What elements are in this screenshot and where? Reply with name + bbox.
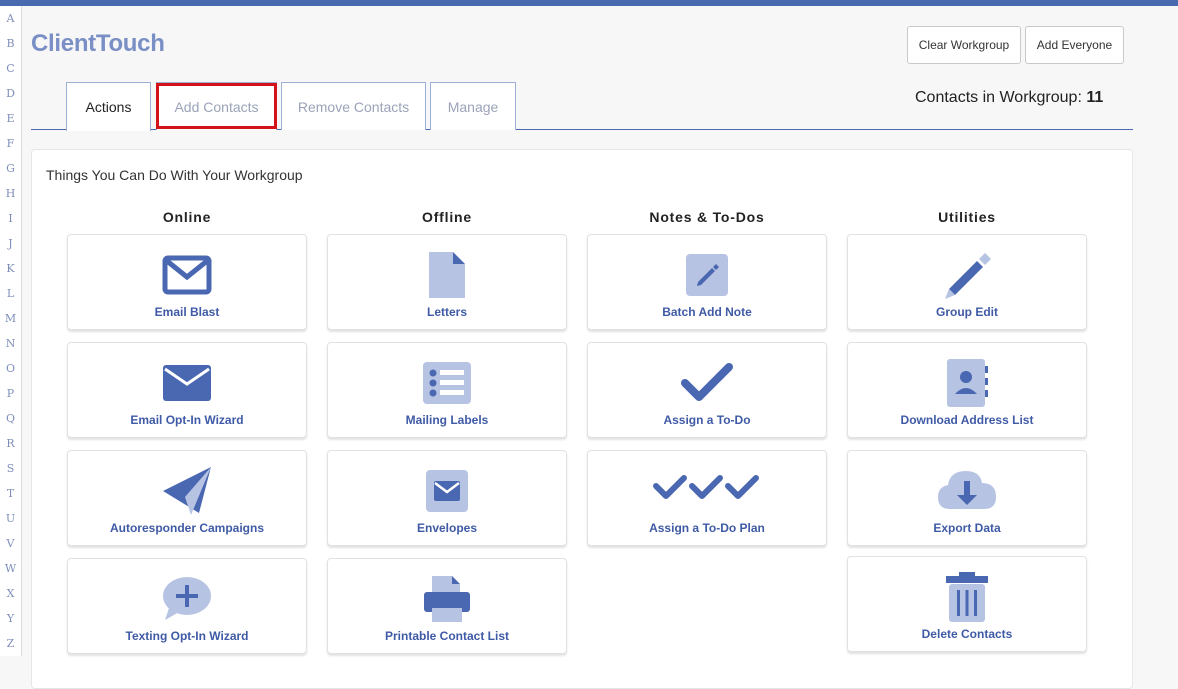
envelope-icon <box>68 249 306 301</box>
panel-title: Things You Can Do With Your Workgroup <box>46 167 303 183</box>
app-title: ClientTouch <box>31 30 165 57</box>
top-accent-bar <box>0 0 1178 6</box>
tab-remove-contacts[interactable]: Remove Contacts <box>281 82 426 130</box>
alpha-letter-v[interactable]: V <box>0 531 21 556</box>
alpha-letter-q[interactable]: Q <box>0 406 21 431</box>
column-heading-online: Online <box>162 209 212 225</box>
texting-opt-in-wizard-card[interactable]: Texting Opt-In Wizard <box>67 558 307 654</box>
printable-contact-list-card[interactable]: Printable Contact List <box>327 558 567 654</box>
alpha-letter-p[interactable]: P <box>0 381 21 406</box>
triple-check-icon <box>588 463 826 515</box>
alpha-letter-c[interactable]: C <box>0 56 21 81</box>
delete-contacts-card[interactable]: Delete Contacts <box>847 556 1087 652</box>
email-opt-in-wizard-card[interactable]: Email Opt-In Wizard <box>67 342 307 438</box>
letters-card[interactable]: Letters <box>327 234 567 330</box>
printer-icon <box>328 573 566 625</box>
assign-todo-card[interactable]: Assign a To-Do <box>587 342 827 438</box>
download-address-list-label: Download Address List <box>900 413 1034 427</box>
alpha-letter-r[interactable]: R <box>0 431 21 456</box>
paper-plane-icon <box>68 465 306 517</box>
envelopes-card[interactable]: Envelopes <box>327 450 567 546</box>
column-heading-notes-todos: Notes & To-Dos <box>649 209 765 225</box>
alphabet-sidebar: A B C D E F G H I J K L M N O P Q R S T … <box>0 6 22 656</box>
pencil-square-icon <box>588 249 826 301</box>
alpha-letter-g[interactable]: G <box>0 156 21 181</box>
trash-icon <box>848 571 1086 623</box>
address-book-icon <box>848 357 1086 409</box>
group-edit-card[interactable]: Group Edit <box>847 234 1087 330</box>
contacts-count-label: Contacts in Workgroup: <box>915 89 1082 106</box>
batch-add-note-card[interactable]: Batch Add Note <box>587 234 827 330</box>
alpha-letter-e[interactable]: E <box>0 106 21 131</box>
tab-add-contacts[interactable]: Add Contacts <box>156 82 277 130</box>
delete-contacts-label: Delete Contacts <box>921 627 1013 641</box>
alpha-letter-j[interactable]: J <box>0 231 21 256</box>
alpha-letter-h[interactable]: H <box>0 181 21 206</box>
contacts-count-value: 11 <box>1086 89 1104 106</box>
texting-opt-in-wizard-label: Texting Opt-In Wizard <box>125 629 249 643</box>
list-icon <box>328 357 566 409</box>
alpha-letter-w[interactable]: W <box>0 556 21 581</box>
email-blast-card[interactable]: Email Blast <box>67 234 307 330</box>
mailing-labels-label: Mailing Labels <box>405 413 489 427</box>
export-data-label: Export Data <box>933 521 1001 535</box>
email-blast-label: Email Blast <box>154 305 220 319</box>
alpha-letter-a[interactable]: A <box>0 6 21 31</box>
mailing-labels-card[interactable]: Mailing Labels <box>327 342 567 438</box>
autoresponder-campaigns-label: Autoresponder Campaigns <box>109 521 265 535</box>
letters-label: Letters <box>426 305 467 319</box>
batch-add-note-label: Batch Add Note <box>662 305 752 319</box>
alpha-letter-y[interactable]: Y <box>0 606 21 631</box>
chat-plus-icon <box>68 573 306 625</box>
alpha-letter-u[interactable]: U <box>0 506 21 531</box>
alpha-letter-n[interactable]: N <box>0 331 21 356</box>
assign-todo-plan-label: Assign a To-Do Plan <box>649 521 765 535</box>
check-icon <box>588 357 826 409</box>
export-data-card[interactable]: Export Data <box>847 450 1087 546</box>
alpha-letter-b[interactable]: B <box>0 31 21 56</box>
column-heading-utilities: Utilities <box>938 209 996 225</box>
clear-workgroup-button[interactable]: Clear Workgroup <box>907 26 1021 64</box>
document-icon <box>328 249 566 301</box>
download-address-list-card[interactable]: Download Address List <box>847 342 1087 438</box>
add-everyone-button[interactable]: Add Everyone <box>1025 26 1124 64</box>
alpha-letter-i[interactable]: I <box>0 206 21 231</box>
alpha-letter-x[interactable]: X <box>0 581 21 606</box>
alpha-letter-o[interactable]: O <box>0 356 21 381</box>
envelope-square-icon <box>328 465 566 517</box>
tab-actions[interactable]: Actions <box>66 82 151 131</box>
group-edit-label: Group Edit <box>936 305 998 319</box>
assign-todo-plan-card[interactable]: Assign a To-Do Plan <box>587 450 827 546</box>
autoresponder-campaigns-card[interactable]: Autoresponder Campaigns <box>67 450 307 546</box>
alpha-letter-f[interactable]: F <box>0 131 21 156</box>
assign-todo-label: Assign a To-Do <box>663 413 751 427</box>
printable-contact-list-label: Printable Contact List <box>384 629 509 643</box>
email-opt-in-wizard-label: Email Opt-In Wizard <box>130 413 244 427</box>
envelope-icon <box>68 357 306 409</box>
alpha-letter-d[interactable]: D <box>0 81 21 106</box>
alpha-letter-k[interactable]: K <box>0 256 21 281</box>
contacts-count-text: Contacts in Workgroup: 11 <box>915 89 1103 107</box>
alpha-letter-l[interactable]: L <box>0 281 21 306</box>
pencil-icon <box>848 249 1086 301</box>
column-heading-offline: Offline <box>422 209 472 225</box>
alpha-letter-z[interactable]: Z <box>0 631 21 656</box>
tab-manage[interactable]: Manage <box>430 82 516 130</box>
alpha-letter-m[interactable]: M <box>0 306 21 331</box>
envelopes-label: Envelopes <box>416 521 478 535</box>
cloud-download-icon <box>848 463 1086 515</box>
alpha-letter-s[interactable]: S <box>0 456 21 481</box>
alpha-letter-t[interactable]: T <box>0 481 21 506</box>
